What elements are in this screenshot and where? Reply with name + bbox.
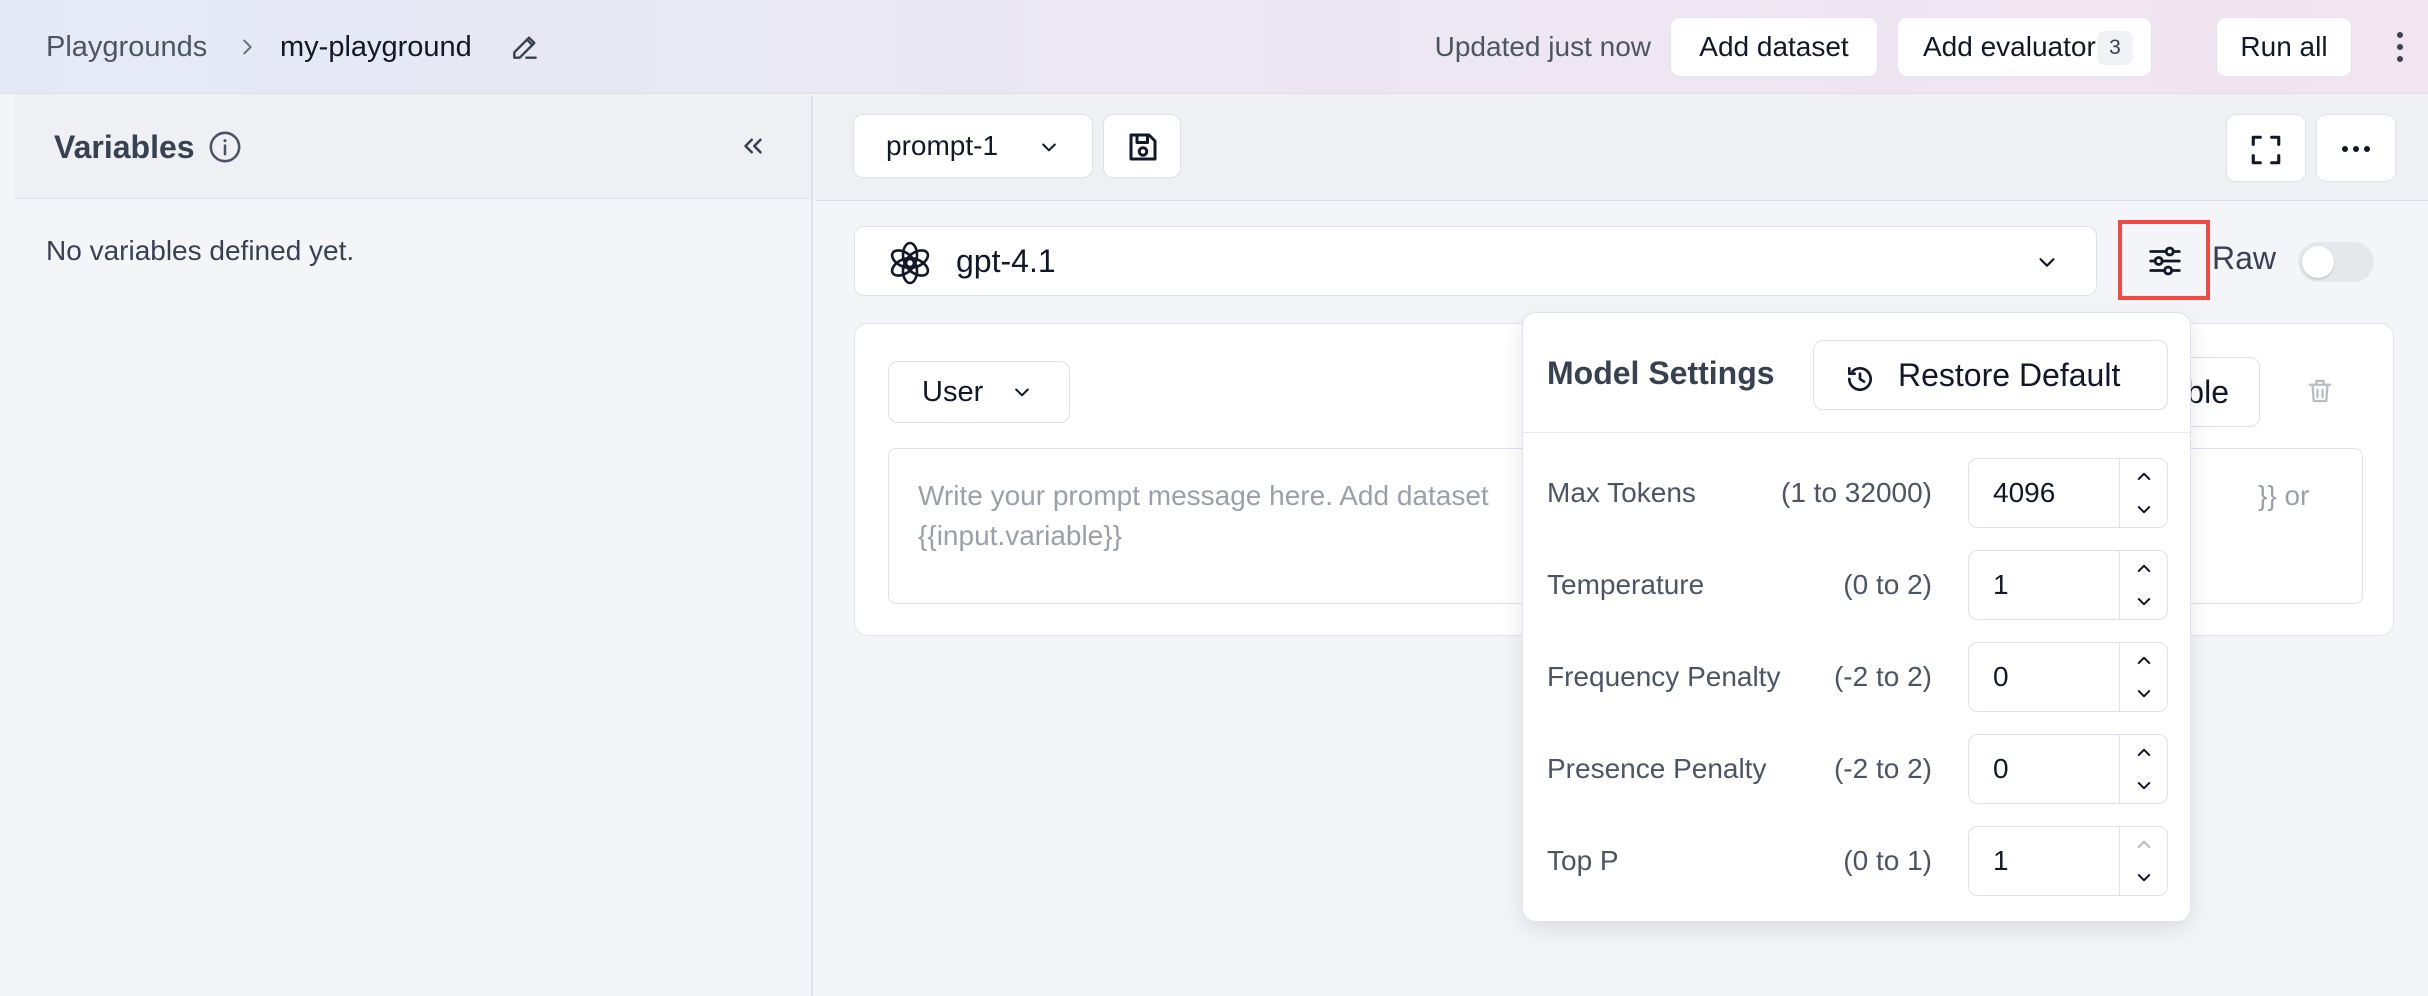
add-dataset-button[interactable]: Add dataset [1670, 17, 1878, 77]
stepper [2119, 551, 2167, 619]
kebab-icon[interactable] [2392, 30, 2408, 64]
stepper [2119, 827, 2167, 895]
frequency-penalty-input[interactable]: 0 [1968, 642, 2168, 712]
setting-name: Temperature [1547, 569, 1705, 600]
setting-name: Top P [1547, 845, 1619, 876]
model-settings-header: Model Settings Restore Default [1523, 313, 2190, 433]
prompt-toolbar: prompt-1 [815, 95, 2428, 201]
chevron-down-icon[interactable] [2135, 871, 2153, 885]
fullscreen-button[interactable] [2226, 114, 2306, 182]
add-evaluator-button[interactable]: Add evaluator 3 [1897, 17, 2152, 77]
raw-label: Raw [2212, 240, 2277, 276]
openai-icon [886, 239, 934, 287]
model-settings-button[interactable] [2118, 220, 2210, 300]
chevron-up-icon[interactable] [2135, 561, 2153, 575]
fullscreen-icon [2251, 135, 2281, 165]
setting-value: 1 [1993, 569, 2009, 600]
breadcrumb-current: my-playground [280, 31, 472, 63]
top-p-input[interactable]: 1 [1968, 826, 2168, 896]
model-settings-title: Model Settings [1547, 355, 1775, 391]
temperature-input[interactable]: 1 [1968, 550, 2168, 620]
prompt-select-label: prompt-1 [886, 130, 999, 161]
breadcrumb-playgrounds[interactable]: Playgrounds [46, 0, 207, 94]
model-name: gpt-4.1 [956, 243, 1056, 279]
role-select[interactable]: User [888, 361, 1070, 423]
setting-name: Presence Penalty [1547, 753, 1767, 784]
setting-row-frequency-penalty: Frequency Penalty (-2 to 2) 0 [1523, 642, 2190, 712]
chevron-up-icon[interactable] [2135, 653, 2153, 667]
chevron-down-icon[interactable] [2135, 595, 2153, 609]
setting-value: 0 [1993, 661, 2009, 692]
top-header: Playgrounds my-playground Updated just n… [0, 0, 2428, 94]
chevron-down-icon[interactable] [2135, 687, 2153, 701]
setting-row-presence-penalty: Presence Penalty (-2 to 2) 0 [1523, 734, 2190, 804]
setting-range: (-2 to 2) [1833, 661, 1932, 692]
add-evaluator-label: Add evaluator [1923, 31, 2096, 62]
setting-range: (0 to 2) [1843, 569, 1932, 600]
evaluator-count-badge: 3 [2097, 31, 2133, 65]
restore-icon [1848, 367, 1872, 391]
variables-panel: Variables No variables defined yet. [14, 95, 813, 996]
chevron-down-icon[interactable] [2135, 779, 2153, 793]
chevron-right-icon [236, 36, 258, 58]
save-button[interactable] [1103, 114, 1181, 178]
raw-toggle-knob [2302, 246, 2334, 278]
save-icon [1129, 133, 1157, 161]
max-tokens-input[interactable]: 4096 [1968, 458, 2168, 528]
variables-panel-header: Variables [14, 95, 811, 199]
setting-value: 1 [1993, 845, 2009, 876]
updated-status: Updated just now [1434, 31, 1651, 62]
model-select[interactable]: gpt-4.1 [854, 226, 2097, 296]
double-chevron-left-icon[interactable] [738, 131, 768, 161]
more-options-button[interactable] [2316, 114, 2396, 182]
chevron-down-icon [1038, 137, 1060, 157]
role-label: User [922, 376, 984, 408]
setting-value: 0 [1993, 753, 2009, 784]
setting-range: (-2 to 2) [1833, 753, 1932, 784]
no-variables-message: No variables defined yet. [46, 235, 355, 266]
restore-default-label: Restore Default [1898, 357, 2121, 393]
setting-row-temperature: Temperature (0 to 2) 1 [1523, 550, 2190, 620]
stepper [2119, 735, 2167, 803]
trash-icon[interactable] [2305, 376, 2335, 406]
variable-button-label: ble [2186, 374, 2229, 410]
setting-row-top-p: Top P (0 to 1) 1 [1523, 826, 2190, 896]
raw-toggle[interactable] [2298, 242, 2374, 282]
setting-range: (0 to 1) [1843, 845, 1932, 876]
model-settings-popover: Model Settings Restore Default Max Token… [1522, 312, 2191, 922]
pencil-icon[interactable] [509, 31, 541, 63]
chevron-down-icon [1011, 382, 1033, 402]
presence-penalty-input[interactable]: 0 [1968, 734, 2168, 804]
setting-name: Max Tokens [1547, 477, 1696, 508]
variables-title: Variables [54, 129, 195, 165]
prompt-select[interactable]: prompt-1 [853, 114, 1093, 178]
run-all-button[interactable]: Run all [2216, 17, 2352, 77]
info-icon[interactable] [208, 130, 242, 164]
placeholder-fragment: }} or [2258, 480, 2310, 511]
more-horizontal-icon [2342, 146, 2370, 152]
setting-range: (1 to 32000) [1781, 477, 1932, 508]
chevron-up-icon[interactable] [2135, 745, 2153, 759]
setting-value: 4096 [1993, 477, 2056, 508]
setting-row-max-tokens: Max Tokens (1 to 32000) 4096 [1523, 458, 2190, 528]
chevron-up-icon[interactable] [2135, 837, 2153, 851]
chevron-up-icon[interactable] [2135, 469, 2153, 483]
chevron-down-icon [2035, 251, 2059, 273]
stepper [2119, 643, 2167, 711]
restore-default-button[interactable]: Restore Default [1813, 340, 2168, 410]
setting-name: Frequency Penalty [1547, 661, 1781, 692]
sliders-icon [2149, 246, 2181, 276]
stepper [2119, 459, 2167, 527]
chevron-down-icon[interactable] [2135, 503, 2153, 517]
